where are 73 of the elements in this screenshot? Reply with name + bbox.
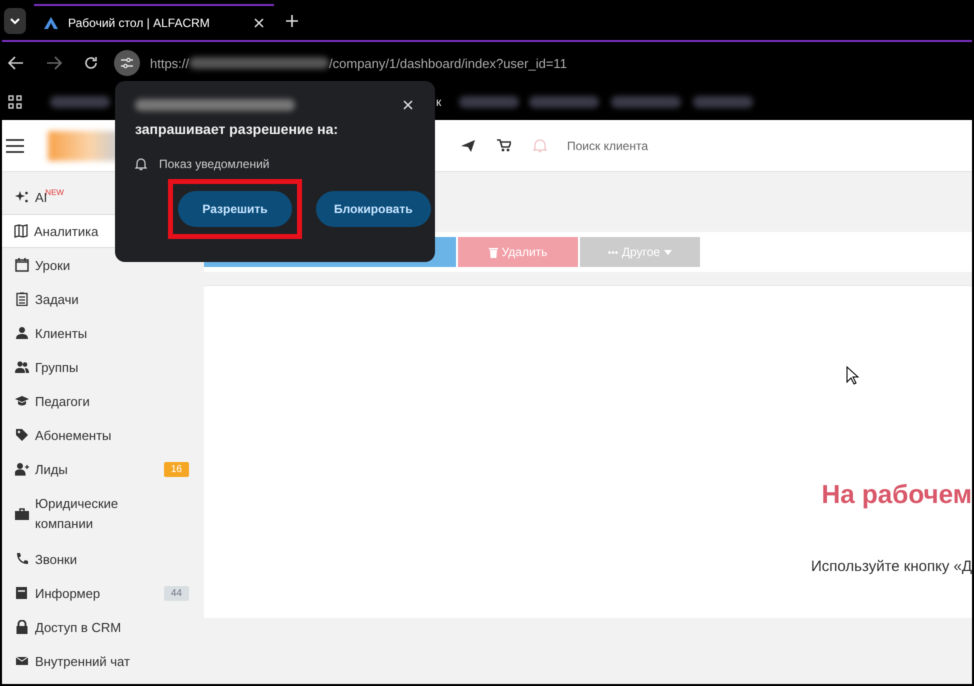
cursor-icon [846,366,859,385]
book-icon [15,586,29,600]
plus-icon[interactable] [286,15,298,27]
sidebar-item-label: Клиенты [35,326,88,340]
sidebar-item-label: Лиды [35,462,69,476]
briefcase-icon [15,507,29,521]
empty-state-heading: На рабочем [821,479,972,510]
chevron-icon [9,17,21,25]
sidebar-item[interactable]: Юридические компании [2,486,202,542]
dots-icon [608,250,618,254]
apps-grid-icon[interactable] [8,95,22,109]
sidebar-item-label: Задачи [35,292,80,306]
empty-state-text: Используйте кнопку «Д [811,558,972,575]
sidebar-item-label: Доступ в CRM [35,620,122,634]
sidebar-item[interactable]: Звонки [2,542,202,576]
sidebar-item[interactable]: Педагоги [2,384,202,418]
calendar-icon [15,258,29,272]
user-icon [15,326,29,340]
sidebar-item-label: Педагоги [35,394,91,408]
logo-icon [44,17,58,29]
sidebar-item[interactable]: Доступ в CRM [2,610,202,644]
user-plus-icon [15,462,29,476]
cap-icon [15,394,29,408]
lock-icon [15,620,29,634]
count-badge: 44 [164,586,189,600]
sidebar-item[interactable]: Группы [2,350,202,384]
sidebar-item[interactable]: Задачи [2,282,202,316]
browser-tab[interactable]: Рабочий стол | ALFACRM [34,4,274,40]
forward-arrow-icon[interactable] [46,56,62,70]
sidebar-item-label: Группы [35,360,80,374]
logo-image [48,130,118,160]
sidebar-item[interactable]: Абонементы [2,418,202,452]
reload-icon[interactable] [84,56,98,70]
block-button[interactable]: Блокировать [316,191,431,227]
tag-icon [15,428,29,442]
sidebar-item[interactable]: Информер 44 [2,576,202,610]
permission-label: Показ уведомлений [159,157,270,171]
cart-icon[interactable] [497,139,511,152]
menu-icon[interactable] [6,138,24,152]
phone-icon [15,552,29,566]
sidebar-item[interactable]: Лиды 16 [2,452,202,486]
tab-title: Рабочий стол | ALFACRM [68,16,211,30]
send-icon[interactable] [461,140,475,152]
site-settings-button[interactable] [114,50,140,76]
bookmark-label[interactable]: к [436,95,442,109]
address-field[interactable]: https:// /company/1/dashboard/index?user_id=11 [150,56,567,70]
sidebar-item-label: Уроки [35,258,72,272]
count-badge: 16 [164,462,189,476]
sparkle-icon [15,190,29,204]
sidebar-item-label: Внутренний чат [35,654,131,668]
users-icon [15,360,29,374]
sidebar-item[interactable]: Уроки [2,248,202,282]
sidebar-item-label: Абонементы [35,428,112,442]
sidebar-item-label: AI [35,190,48,204]
sidebar-item[interactable]: Клиенты [2,316,202,350]
close-icon[interactable] [254,18,264,28]
sidebar-item[interactable]: Внутренний чат [2,644,202,678]
sidebar-item-label: Информер [35,586,102,600]
envelope-icon [15,654,29,668]
sidebar-item-label: Юридические компании [35,495,120,533]
caret-icon [664,250,672,254]
close-icon[interactable] [403,100,413,110]
permission-message: запрашивает разрешение на: [135,121,340,137]
sidebar-item-label: Аналитика [34,224,100,238]
allow-button[interactable]: Разрешить [178,191,292,227]
map-icon [14,224,28,238]
clipboard-icon [15,292,29,306]
trash-icon [488,246,498,258]
tab-list-button[interactable] [4,8,26,34]
sliders-icon [120,57,134,69]
bell-icon [135,157,147,171]
back-arrow-icon[interactable] [8,56,24,70]
sidebar-item-label: Звонки [35,552,78,566]
